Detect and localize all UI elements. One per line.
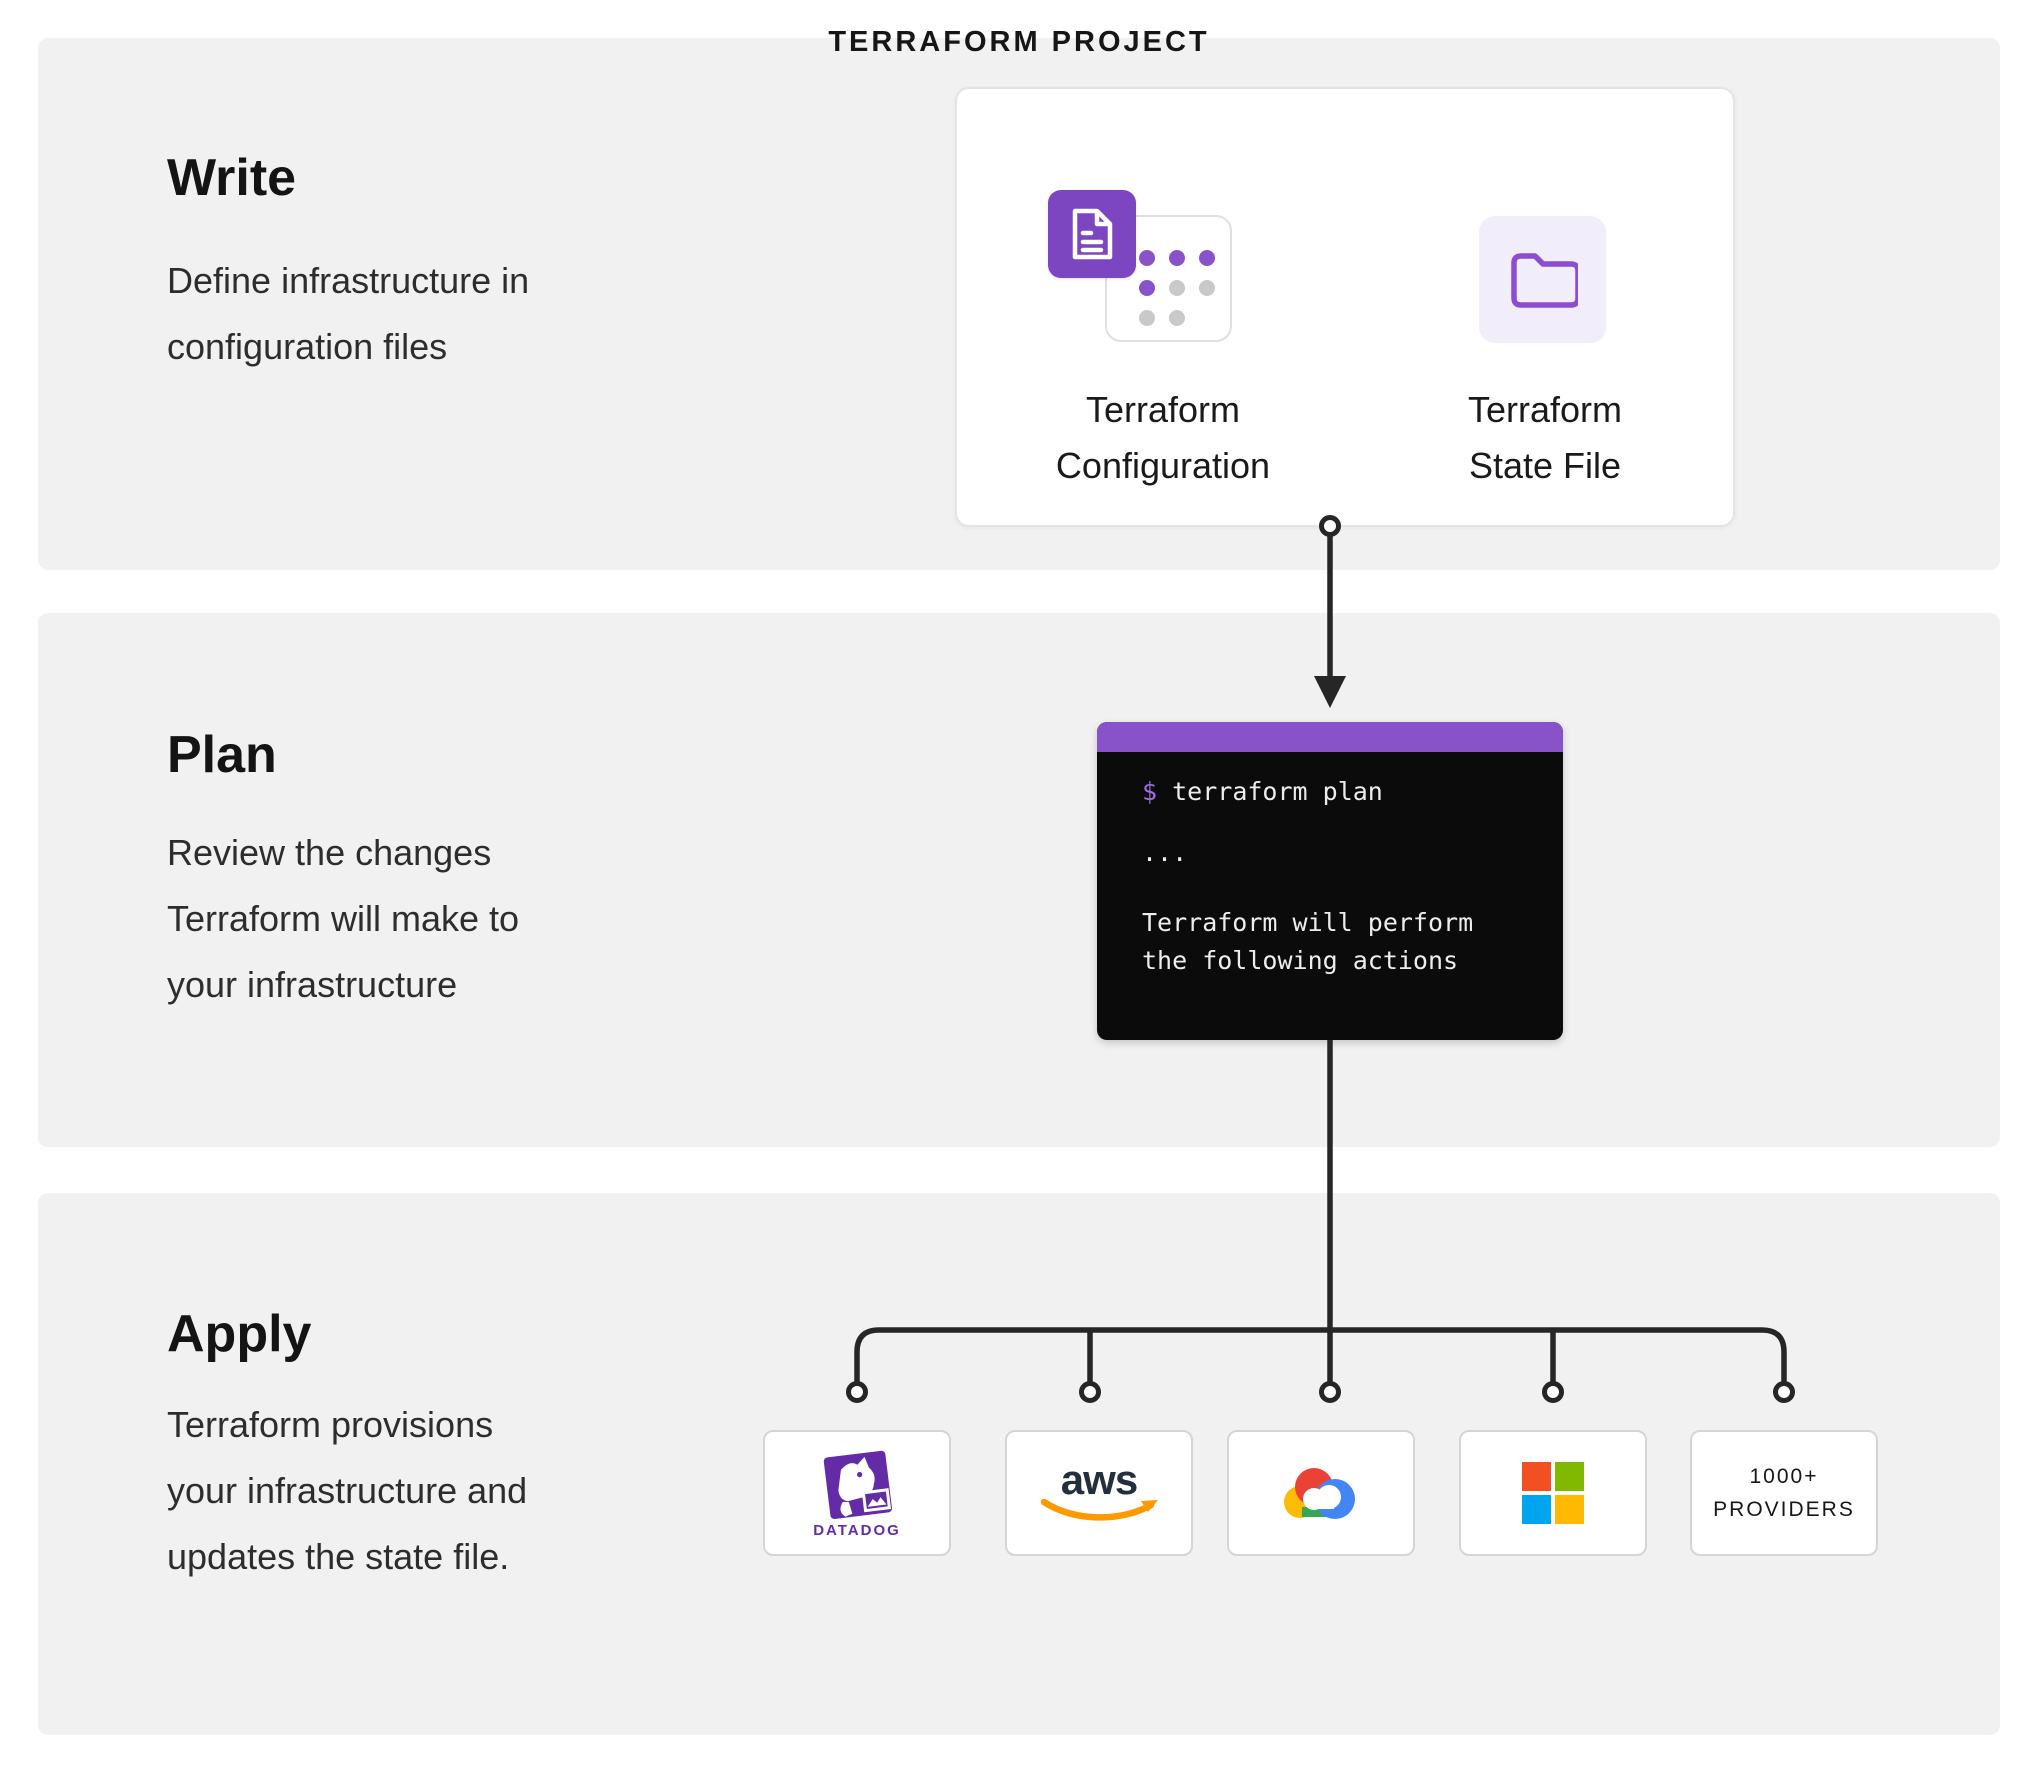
terminal-output-line: Terraform will perform xyxy=(1142,908,1473,938)
provider-card-more-providers: 1000+ PROVIDERS xyxy=(1690,1430,1878,1556)
plan-description-line: your infrastructure xyxy=(167,952,519,1018)
terminal-command-line: $ terraform plan xyxy=(1142,777,1383,807)
plan-description: Review the changes Terraform will make t… xyxy=(167,820,519,1018)
project-to-plan-arrow xyxy=(1300,514,1360,726)
label-line: Terraform xyxy=(1420,382,1670,438)
apply-title: Apply xyxy=(167,1306,311,1362)
write-description: Define infrastructure in configuration f… xyxy=(167,248,529,380)
terraform-state-file-label: Terraform State File xyxy=(1420,382,1670,494)
terminal-output-line: the following actions xyxy=(1142,946,1458,976)
terraform-project-title: TERRAFORM PROJECT xyxy=(0,26,2038,59)
microsoft-logo-icon xyxy=(1522,1462,1584,1524)
terraform-workflow-diagram: Write Define infrastructure in configura… xyxy=(0,0,2038,1773)
provider-card-google-cloud xyxy=(1227,1430,1415,1556)
folder-icon xyxy=(1508,249,1578,311)
apply-description-line: Terraform provisions xyxy=(167,1392,527,1458)
plan-description-line: Terraform will make to xyxy=(167,886,519,952)
plan-description-line: Review the changes xyxy=(167,820,519,886)
apply-description: Terraform provisions your infrastructure… xyxy=(167,1392,527,1590)
label-line: Terraform xyxy=(1040,382,1286,438)
apply-description-line: your infrastructure and xyxy=(167,1458,527,1524)
google-cloud-logo-icon xyxy=(1276,1461,1366,1525)
plan-title: Plan xyxy=(167,727,277,783)
dot xyxy=(1199,250,1215,266)
provider-card-aws: aws xyxy=(1005,1430,1193,1556)
dot xyxy=(1139,310,1155,326)
datadog-logo-icon xyxy=(801,1448,913,1524)
dot xyxy=(1169,280,1185,296)
configuration-file-icon xyxy=(1048,190,1136,278)
provider-card-datadog: DATADOG xyxy=(763,1430,951,1556)
dot xyxy=(1169,250,1185,266)
apply-description-line: updates the state file. xyxy=(167,1524,527,1590)
providers-word: PROVIDERS xyxy=(1713,1493,1855,1526)
write-description-line: Define infrastructure in xyxy=(167,248,529,314)
ms-square-red xyxy=(1522,1462,1551,1491)
write-description-line: configuration files xyxy=(167,314,529,380)
terminal-window: $ terraform plan ... Terraform will perf… xyxy=(1097,722,1563,1040)
aws-smile-icon xyxy=(1037,1499,1161,1525)
dot xyxy=(1139,250,1155,266)
document-icon xyxy=(1067,205,1117,263)
dot xyxy=(1169,310,1185,326)
plan-to-providers-connector xyxy=(800,1035,1840,1415)
ms-square-green xyxy=(1555,1462,1584,1491)
dot xyxy=(1139,280,1155,296)
terminal-command: terraform plan xyxy=(1172,777,1383,806)
aws-wordmark: aws xyxy=(1061,1461,1137,1499)
dots-grid-icon xyxy=(1139,250,1215,326)
terminal-ellipsis: ... xyxy=(1142,838,1187,868)
terraform-state-file-tile xyxy=(1479,216,1606,343)
providers-count: 1000+ xyxy=(1750,1460,1819,1493)
ms-square-blue xyxy=(1522,1495,1551,1524)
dot xyxy=(1199,280,1215,296)
terraform-configuration-label: Terraform Configuration xyxy=(1040,382,1286,494)
terminal-title-bar xyxy=(1097,722,1563,752)
write-title: Write xyxy=(167,150,296,206)
label-line: Configuration xyxy=(1040,438,1286,494)
provider-card-microsoft xyxy=(1459,1430,1647,1556)
terminal-prompt: $ xyxy=(1142,777,1157,806)
ms-square-yellow xyxy=(1555,1495,1584,1524)
label-line: State File xyxy=(1420,438,1670,494)
datadog-wordmark: DATADOG xyxy=(813,1522,901,1539)
